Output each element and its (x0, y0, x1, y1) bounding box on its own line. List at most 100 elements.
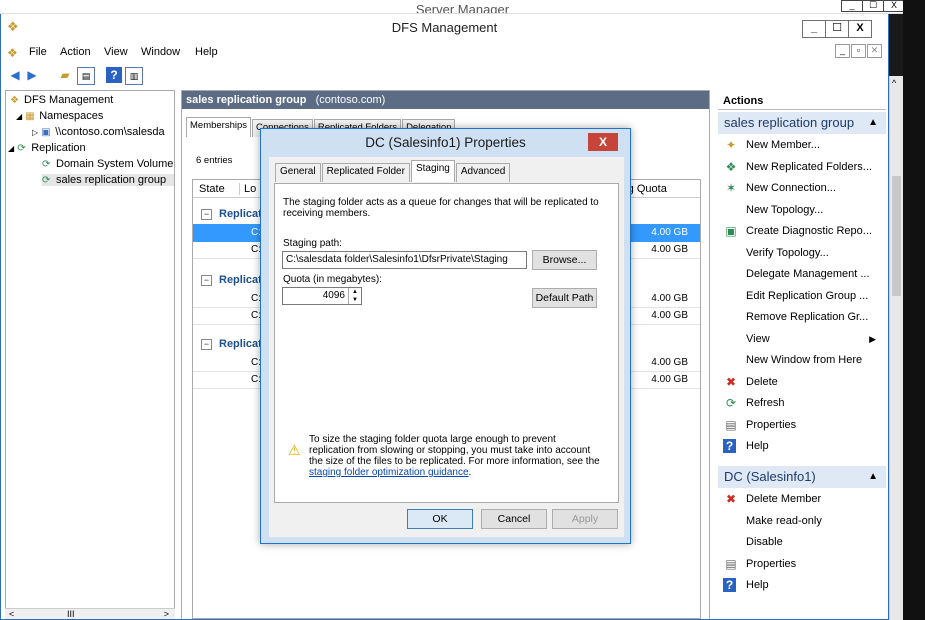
browse-button[interactable]: Browse... (532, 250, 597, 270)
scroll-thumb-grip[interactable]: III (67, 609, 75, 619)
tree-item-domain-system-volume[interactable]: ⟳ Domain System Volume (42, 158, 173, 170)
tab-advanced[interactable]: Advanced (455, 163, 511, 182)
minimize-button[interactable]: _ (802, 20, 826, 38)
delete-icon: ✖ (725, 374, 737, 389)
action-item[interactable]: Make read-only (718, 511, 886, 532)
action-item[interactable]: ▤ Properties (718, 554, 886, 575)
action-item[interactable]: ? Help (718, 575, 886, 596)
expand-triangle-icon[interactable]: ▷ (32, 128, 38, 137)
tree-item-namespace[interactable]: ▷ ▣ \\contoso.com\salesda (32, 126, 165, 138)
window-titlebar: ❖ DFS Management _ ☐ X (1, 14, 888, 42)
action-item[interactable]: ▣ Create Diagnostic Repo... (718, 221, 886, 242)
collapse-triangle-icon[interactable]: ◢ (16, 112, 22, 121)
tree-item-sales-replication-group[interactable]: ⟳ sales replication group (42, 174, 174, 186)
scroll-up-icon[interactable]: ^ (892, 78, 896, 88)
collapse-group-icon[interactable]: − (201, 275, 212, 286)
menu-file[interactable]: File (29, 46, 47, 58)
action-item[interactable]: ✖ Delete (718, 372, 886, 393)
tab-replicated-folder[interactable]: Replicated Folder (321, 163, 410, 182)
menu-app-icon[interactable]: ❖ (7, 46, 18, 60)
quota-spin-buttons[interactable]: ▲ ▼ (348, 288, 361, 304)
back-arrow-icon[interactable]: ◀ (7, 67, 23, 83)
right-scrollbar[interactable]: ^ (889, 76, 903, 620)
action-item[interactable]: ✶ New Connection... (718, 178, 886, 199)
forward-arrow-icon[interactable]: ▶ (24, 67, 40, 83)
menu-bar: ❖ File Action View Window Help _ ▫ ✕ (1, 44, 888, 62)
action-item[interactable]: Remove Replication Gr... (718, 307, 886, 328)
mdi-minimize-button[interactable]: _ (835, 44, 850, 58)
center-header-title: sales replication group (186, 94, 307, 106)
actions-section-member[interactable]: DC (Salesinfo1) ▲ (718, 466, 886, 488)
action-item[interactable]: ▤ Properties (718, 415, 886, 436)
group-header[interactable]: − Replicate (201, 208, 268, 220)
quota-stepper[interactable]: 4096 ▲ ▼ (282, 287, 362, 305)
action-item[interactable]: ✦ New Member... (718, 135, 886, 156)
show-hide-tree-icon[interactable]: ▤ (77, 67, 95, 85)
column-state[interactable]: State (199, 183, 225, 195)
dialog-close-button[interactable]: X (588, 133, 618, 151)
mdi-close-button[interactable]: ✕ (867, 44, 882, 58)
action-item[interactable]: ✖ Delete Member (718, 489, 886, 510)
staging-description-line2: receiving members. (283, 208, 371, 219)
default-path-button[interactable]: Default Path (532, 288, 597, 308)
menu-action[interactable]: Action (60, 46, 91, 58)
tab-staging[interactable]: Staging (410, 160, 455, 182)
background-close-button[interactable]: X (883, 0, 905, 12)
action-item[interactable]: ❖ New Replicated Folders... (718, 157, 886, 178)
actions-pane: Actions sales replication group ▲ ✦ New Me… (718, 90, 886, 619)
background-maximize-button[interactable]: ☐ (862, 0, 884, 12)
tab-memberships[interactable]: Memberships (186, 117, 252, 137)
collapse-up-icon[interactable]: ▲ (868, 112, 878, 134)
show-action-pane-icon[interactable]: ▥ (125, 67, 143, 85)
maximize-button[interactable]: ☐ (825, 20, 849, 38)
report-icon: ▣ (725, 224, 737, 238)
collapse-group-icon[interactable]: − (201, 209, 212, 220)
tree-item-dfs-management[interactable]: ❖ DFS Management (10, 94, 113, 106)
namespaces-icon: ▦ (25, 111, 35, 122)
tree-horizontal-scrollbar[interactable]: < III > (5, 608, 175, 619)
action-item[interactable]: ? Help (718, 436, 886, 457)
action-item[interactable]: New Window from Here (718, 350, 886, 371)
background-minimize-button[interactable]: _ (841, 0, 863, 12)
collapse-group-icon[interactable]: − (201, 339, 212, 350)
apply-button[interactable]: Apply (552, 509, 618, 529)
action-item[interactable]: ⟳ Refresh (718, 393, 886, 414)
group-header[interactable]: − Replicate (201, 338, 268, 350)
actions-section-replication-group[interactable]: sales replication group ▲ (718, 112, 886, 134)
collapse-up-icon[interactable]: ▲ (868, 466, 878, 488)
action-item[interactable]: Verify Topology... (718, 243, 886, 264)
menu-help[interactable]: Help (195, 46, 218, 58)
group-header[interactable]: − Replicate (201, 274, 268, 286)
quota-value: 4096 (322, 290, 345, 301)
mdi-restore-button[interactable]: ▫ (851, 44, 866, 58)
background-window-caption-buttons[interactable]: _ ☐ X (841, 0, 905, 12)
scroll-left-icon[interactable]: < (9, 609, 14, 619)
scroll-right-icon[interactable]: > (164, 609, 169, 619)
menu-window[interactable]: Window (141, 46, 180, 58)
staging-guidance-link[interactable]: staging folder optimization guidance (309, 467, 469, 478)
tree-item-replication[interactable]: ◢ ⟳ Replication (8, 142, 86, 154)
action-item[interactable]: Delegate Management ... (718, 264, 886, 285)
cancel-button[interactable]: Cancel (481, 509, 547, 529)
column-local-path[interactable]: Lo (239, 183, 256, 195)
action-item[interactable]: New Topology... (718, 200, 886, 221)
tab-general[interactable]: General (275, 163, 321, 182)
help-toolbar-icon[interactable]: ? (106, 67, 122, 83)
action-item-label: New Replicated Folders... (746, 160, 872, 173)
action-item[interactable]: View ▶ (718, 329, 886, 350)
menu-view[interactable]: View (104, 46, 128, 58)
scroll-thumb[interactable] (892, 176, 901, 296)
up-folder-icon[interactable]: ▰ (57, 67, 73, 83)
collapse-triangle-icon[interactable]: ◢ (8, 144, 14, 153)
tree-item-namespaces[interactable]: ◢ ▦ Namespaces (16, 110, 103, 122)
action-item-label: Remove Replication Gr... (746, 311, 869, 323)
action-item[interactable]: Edit Replication Group ... (718, 286, 886, 307)
close-button[interactable]: X (848, 20, 872, 38)
staging-path-input[interactable]: C:\salesdata folder\Salesinfo1\DfsrPriva… (282, 251, 527, 269)
action-item[interactable]: Disable (718, 532, 886, 553)
replication-group-icon: ⟳ (42, 175, 51, 186)
warning-line1: To size the staging folder quota large e… (309, 434, 556, 445)
submenu-arrow-icon: ▶ (869, 333, 876, 344)
ok-button[interactable]: OK (407, 509, 473, 529)
warning-icon: ⚠ (288, 442, 301, 458)
